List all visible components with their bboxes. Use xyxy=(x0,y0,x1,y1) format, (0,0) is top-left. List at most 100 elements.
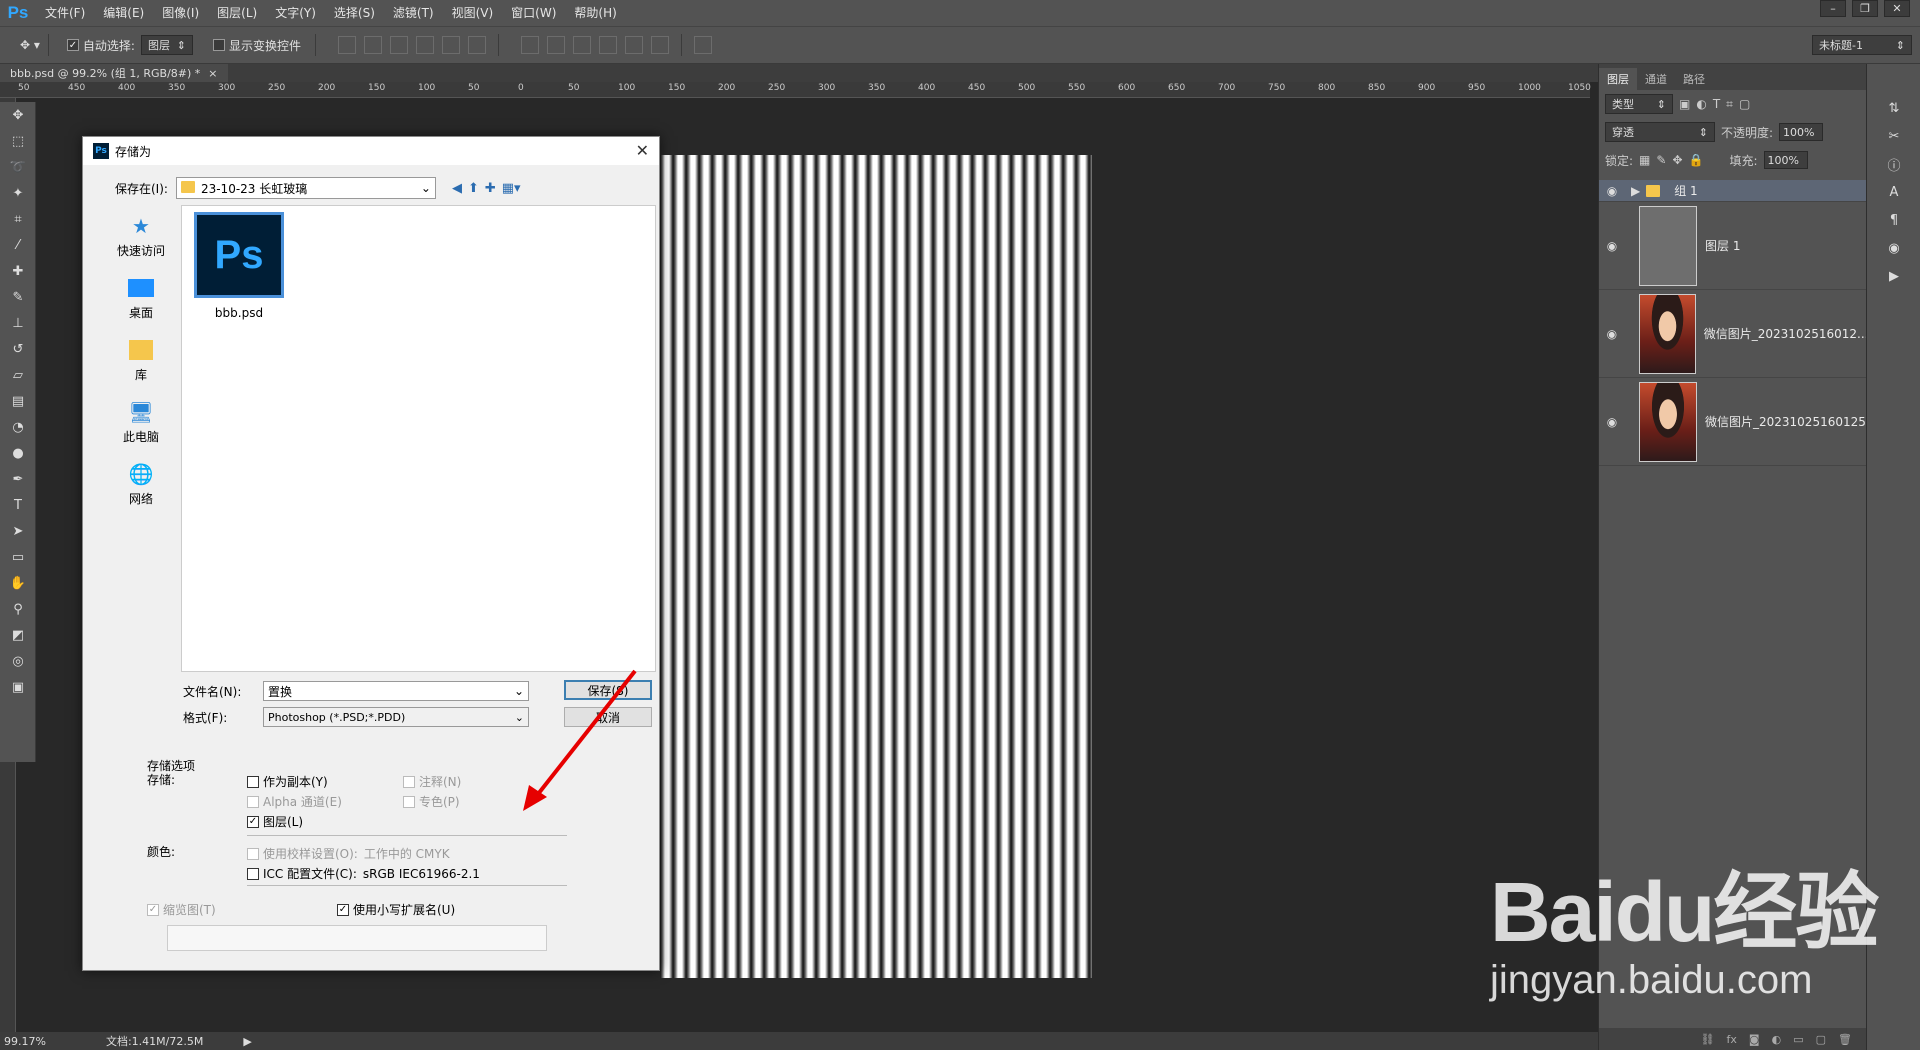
plugin-icon[interactable]: ◉ xyxy=(1867,234,1920,262)
dialog-close-icon[interactable]: ✕ xyxy=(636,141,649,160)
place-this-pc[interactable]: 🖥 此电脑 xyxy=(91,391,191,453)
zoom-tool-icon[interactable]: ⚲ xyxy=(0,596,36,622)
layer-row-group[interactable]: ◉ ▶ 组 1 xyxy=(1599,180,1866,202)
new-folder-icon[interactable]: ✚ xyxy=(485,181,496,196)
gradient-tool-icon[interactable]: ▤ xyxy=(0,388,36,414)
menu-filter[interactable]: 滤镜(T) xyxy=(384,0,443,26)
lasso-tool-icon[interactable]: ➰ xyxy=(0,154,36,180)
as-copy-option[interactable]: 作为副本(Y) xyxy=(247,773,328,790)
visibility-eye-icon[interactable]: ◉ xyxy=(1599,327,1625,341)
menu-view[interactable]: 视图(V) xyxy=(443,0,503,26)
up-folder-icon[interactable]: ⬆ xyxy=(468,181,479,196)
lock-pixels-icon[interactable]: ✎ xyxy=(1656,153,1666,167)
eyedropper-tool-icon[interactable]: ⁄ xyxy=(0,232,36,258)
menu-file[interactable]: 文件(F) xyxy=(36,0,94,26)
back-icon[interactable]: ◀ xyxy=(452,181,462,196)
close-window-button[interactable]: ✕ xyxy=(1884,0,1910,17)
move-tool-icon[interactable]: ✥ xyxy=(0,102,36,128)
visibility-eye-icon[interactable]: ◉ xyxy=(1599,415,1625,429)
align-left-icon[interactable] xyxy=(415,36,434,54)
align-vcenter-icon[interactable] xyxy=(363,36,382,54)
expand-arrow-icon[interactable]: ▶ xyxy=(1631,184,1640,198)
menu-type[interactable]: 文字(Y) xyxy=(266,0,325,26)
info-icon[interactable]: ⓘ xyxy=(1867,150,1920,178)
actions-play-icon[interactable]: ▶ xyxy=(1867,262,1920,290)
clone-stamp-tool-icon[interactable]: ⊥ xyxy=(0,310,36,336)
distribute-bottom-icon[interactable] xyxy=(572,36,591,54)
show-transform-checkbox[interactable] xyxy=(212,39,225,51)
menu-window[interactable]: 窗口(W) xyxy=(502,0,565,26)
lowercase-ext-option[interactable]: ✓ 使用小写扩展名(U) xyxy=(337,901,455,918)
distribute-hcenter-icon[interactable] xyxy=(624,36,643,54)
place-library[interactable]: 库 xyxy=(91,329,191,391)
lock-position-icon[interactable]: ✥ xyxy=(1672,153,1682,167)
minimize-button[interactable]: – xyxy=(1820,0,1846,17)
menu-image[interactable]: 图像(I) xyxy=(153,0,208,26)
layers-checkbox[interactable]: ✓ xyxy=(247,815,259,828)
blur-tool-icon[interactable]: ◔ xyxy=(0,414,36,440)
restore-button[interactable]: ❐ xyxy=(1852,0,1878,17)
save-in-dropdown[interactable]: 23-10-23 长虹玻璃 ⌄ xyxy=(175,177,436,199)
healing-brush-tool-icon[interactable]: ✚ xyxy=(0,258,36,284)
place-quick-access[interactable]: ★ 快速访问 xyxy=(91,205,191,267)
tab-layers[interactable]: 图层 xyxy=(1599,68,1637,90)
tab-channels[interactable]: 通道 xyxy=(1637,68,1675,90)
document-tab-close-icon[interactable]: × xyxy=(208,67,217,80)
dodge-tool-icon[interactable]: ● xyxy=(0,440,36,466)
align-hcenter-icon[interactable] xyxy=(441,36,460,54)
icc-option[interactable]: ICC 配置文件(C): sRGB IEC61966-2.1 xyxy=(247,865,480,882)
tab-paths[interactable]: 路径 xyxy=(1675,68,1713,90)
menu-layer[interactable]: 图层(L) xyxy=(208,0,266,26)
magic-wand-tool-icon[interactable]: ✦ xyxy=(0,180,36,206)
auto-select-checkbox[interactable]: ✓ xyxy=(66,39,79,51)
file-item[interactable]: Ps bbb.psd xyxy=(194,212,284,320)
visibility-eye-icon[interactable]: ◉ xyxy=(1599,184,1625,198)
character-icon[interactable]: A xyxy=(1867,178,1920,206)
hand-tool-icon[interactable]: ✋ xyxy=(0,570,36,596)
quick-mask-icon[interactable]: ◎ xyxy=(0,648,36,674)
layers-option[interactable]: ✓ 图层(L) xyxy=(247,813,303,830)
auto-align-icon[interactable] xyxy=(693,36,712,54)
distribute-right-icon[interactable] xyxy=(650,36,669,54)
filter-type-icon[interactable]: T xyxy=(1713,97,1720,111)
eraser-tool-icon[interactable]: ▱ xyxy=(0,362,36,388)
distribute-top-icon[interactable] xyxy=(520,36,539,54)
document-canvas[interactable] xyxy=(660,155,1092,978)
lock-transparent-icon[interactable]: ▦ xyxy=(1639,153,1650,167)
place-network[interactable]: 🌐 网络 xyxy=(91,453,191,515)
view-menu-icon[interactable]: ▦▾ xyxy=(502,181,521,196)
workspace-dropdown[interactable]: 未标题-1 ⇕ xyxy=(1812,35,1912,55)
as-copy-checkbox[interactable] xyxy=(247,775,259,788)
visibility-eye-icon[interactable]: ◉ xyxy=(1599,239,1625,253)
tool-presets-icon[interactable]: ✂ xyxy=(1867,122,1920,150)
screen-mode-icon[interactable]: ▣ xyxy=(0,674,36,700)
auto-select-dropdown[interactable]: 图层 ⇕ xyxy=(140,35,193,55)
distribute-vcenter-icon[interactable] xyxy=(546,36,565,54)
filter-smart-object-icon[interactable]: ▢ xyxy=(1739,97,1750,111)
status-menu-arrow-icon[interactable]: ▶ xyxy=(243,1035,251,1048)
format-dropdown[interactable]: Photoshop (*.PSD;*.PDD) ⌄ xyxy=(263,707,529,727)
icc-checkbox[interactable] xyxy=(247,867,259,880)
align-right-icon[interactable] xyxy=(467,36,486,54)
zoom-readout[interactable]: 99.17% xyxy=(4,1035,46,1048)
history-icon[interactable]: ⇅ xyxy=(1867,94,1920,122)
brush-tool-icon[interactable]: ✎ xyxy=(0,284,36,310)
type-tool-icon[interactable]: T xyxy=(0,492,36,518)
menu-edit[interactable]: 编辑(E) xyxy=(94,0,153,26)
layer-row[interactable]: ◉ 微信图片_20231025160125 xyxy=(1599,378,1866,466)
place-desktop[interactable]: 桌面 xyxy=(91,267,191,329)
paragraph-icon[interactable]: ¶ xyxy=(1867,206,1920,234)
layer-filter-dropdown[interactable]: 类型 ⇕ xyxy=(1605,94,1673,114)
history-brush-tool-icon[interactable]: ↺ xyxy=(0,336,36,362)
distribute-left-icon[interactable] xyxy=(598,36,617,54)
filter-pixel-icon[interactable]: ▣ xyxy=(1679,97,1690,111)
move-tool-preset[interactable]: ✥ ▾ xyxy=(20,38,40,52)
crop-tool-icon[interactable]: ⌗ xyxy=(0,206,36,232)
blend-mode-dropdown[interactable]: 穿透 ⇕ xyxy=(1605,122,1715,142)
pen-tool-icon[interactable]: ✒ xyxy=(0,466,36,492)
marquee-tool-icon[interactable]: ⬚ xyxy=(0,128,36,154)
menu-help[interactable]: 帮助(H) xyxy=(565,0,625,26)
layer-row[interactable]: ◉ 图层 1 xyxy=(1599,202,1866,290)
filename-input[interactable]: 置换 ⌄ xyxy=(263,681,529,701)
filter-shape-icon[interactable]: ⌗ xyxy=(1726,97,1733,112)
